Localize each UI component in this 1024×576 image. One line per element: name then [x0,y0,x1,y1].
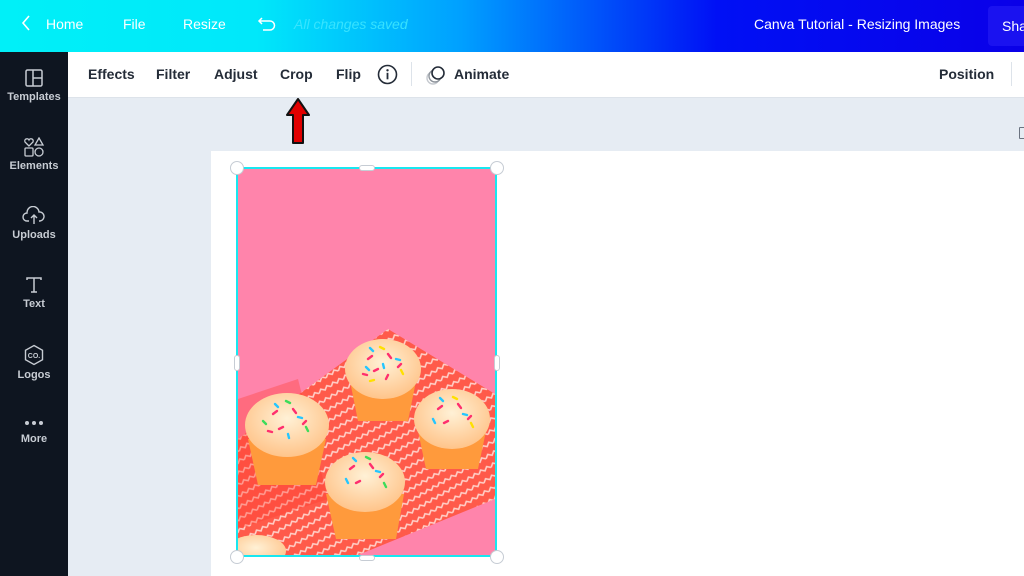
sidebar: Templates Elements Uploads Text CO. Logo… [0,52,68,576]
sidebar-item-label: Elements [9,160,59,172]
sidebar-item-label: Templates [7,91,61,103]
sidebar-item-more[interactable]: More [0,416,68,445]
sidebar-item-text[interactable]: Text [0,275,68,310]
sidebar-item-label: Logos [17,369,51,381]
top-bar: Home File Resize All changes saved Canva… [0,0,1024,52]
filter-button[interactable]: Filter [156,66,190,82]
undo-icon[interactable] [257,15,277,36]
resize-handle-bottom-left[interactable] [230,550,244,564]
resize-handle-right[interactable] [494,355,500,371]
toolbar-divider [411,62,412,86]
resize-button[interactable]: Resize [183,16,226,32]
back-chevron-icon[interactable] [20,14,32,35]
position-button[interactable]: Position [939,66,994,82]
resize-handle-top-left[interactable] [230,161,244,175]
resize-handle-top[interactable] [359,165,375,171]
sidebar-item-logos[interactable]: CO. Logos [0,344,68,381]
more-dots-icon [25,421,43,425]
crop-button[interactable]: Crop [280,66,313,82]
cupcake-photo [238,169,495,555]
sidebar-item-label: Uploads [12,229,56,241]
home-button[interactable]: Home [46,16,83,32]
cupcake [325,452,405,539]
sidebar-item-templates[interactable]: Templates [0,68,68,103]
text-icon [26,277,42,293]
save-status: All changes saved [294,16,408,32]
flip-button[interactable]: Flip [336,66,361,82]
file-menu-button[interactable]: File [123,16,146,32]
resize-handle-bottom[interactable] [359,555,375,561]
selected-cupcake-image[interactable] [236,167,497,557]
page-options-icon[interactable] [1019,127,1024,139]
info-icon[interactable] [377,64,398,90]
annotation-arrow-up [285,97,311,152]
templates-icon [25,69,43,87]
resize-handle-left[interactable] [234,355,240,371]
effects-button[interactable]: Effects [88,66,135,82]
svg-text:CO.: CO. [28,353,41,360]
sidebar-item-label: Text [23,298,45,310]
share-button[interactable]: Sha [988,6,1024,46]
upload-cloud-icon [22,206,45,224]
image-toolbar: Effects Filter Adjust Crop Flip Animate … [68,52,1024,98]
animate-icon[interactable] [425,64,447,91]
elements-icon [24,137,45,157]
cupcake [245,393,329,485]
cupcake [414,389,490,469]
cupcake [345,339,421,421]
sidebar-item-elements[interactable]: Elements [0,137,68,172]
toolbar-divider [1011,62,1012,86]
logos-icon: CO. [24,344,44,366]
resize-handle-bottom-right[interactable] [490,550,504,564]
sidebar-item-label: More [20,433,48,445]
animate-button[interactable]: Animate [454,66,509,82]
resize-handle-top-right[interactable] [490,161,504,175]
adjust-button[interactable]: Adjust [214,66,258,82]
document-title[interactable]: Canva Tutorial - Resizing Images [754,16,960,32]
sidebar-item-uploads[interactable]: Uploads [0,206,68,241]
